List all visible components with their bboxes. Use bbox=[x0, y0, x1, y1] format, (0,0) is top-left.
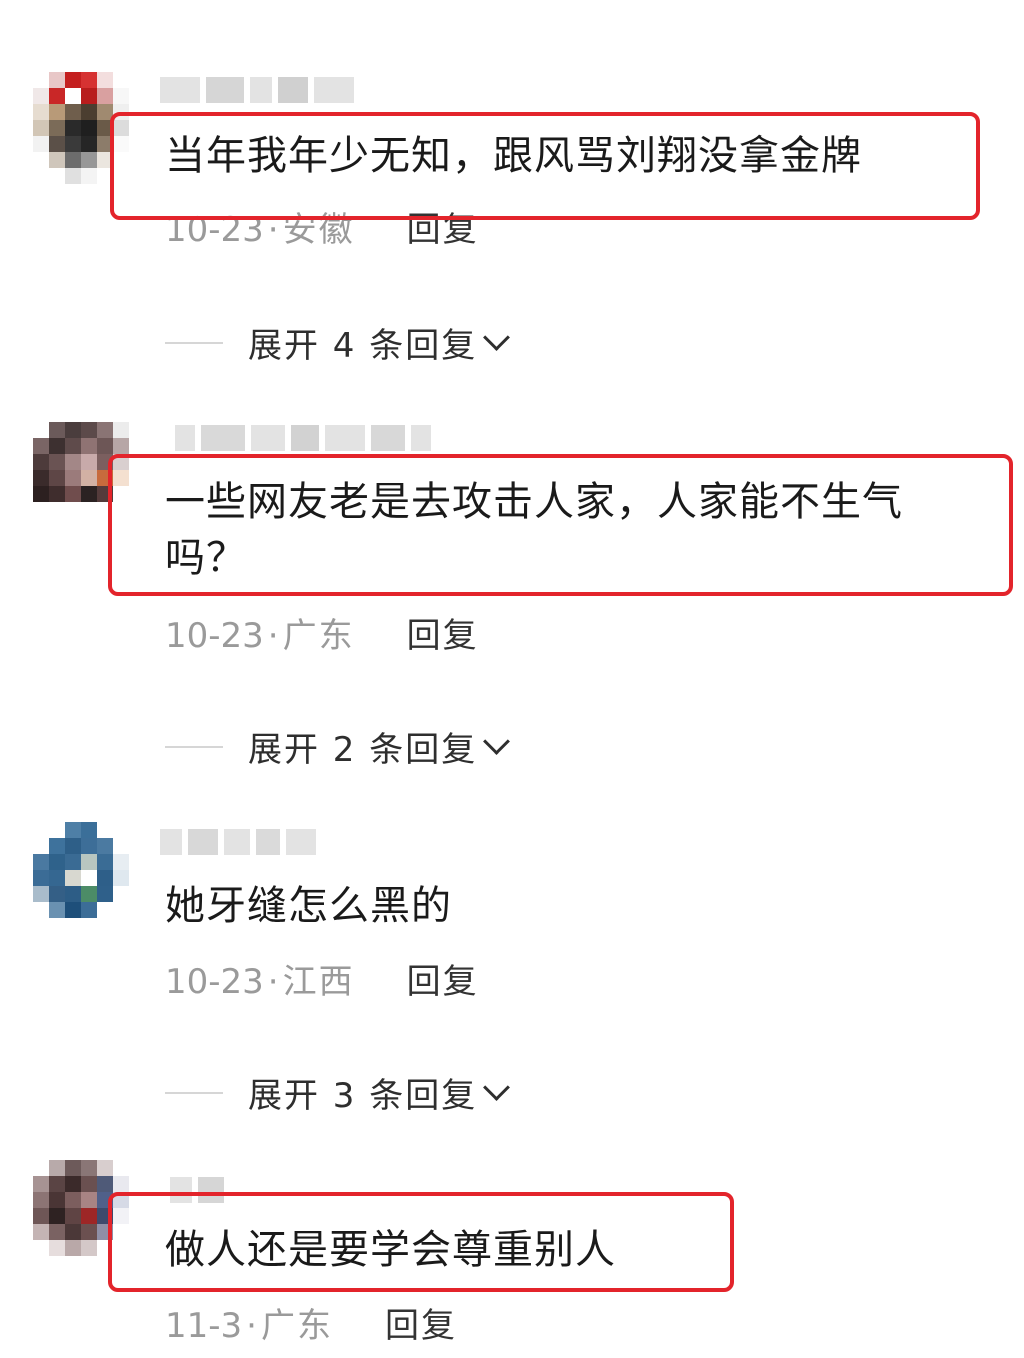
highlight-box bbox=[108, 1192, 734, 1292]
meta-separator: · bbox=[267, 616, 279, 656]
expand-replies-label: 展开 3 条回复 bbox=[248, 1076, 478, 1116]
comment-region: 广东 bbox=[260, 1306, 333, 1346]
comment-date: 10-23 bbox=[165, 962, 264, 1002]
comment-date: 10-23 bbox=[165, 616, 264, 656]
divider-line bbox=[165, 341, 223, 344]
expand-replies-label: 展开 2 条回复 bbox=[248, 730, 478, 770]
divider-line bbox=[165, 1091, 223, 1094]
highlight-box bbox=[110, 112, 980, 220]
expand-replies-label: 展开 4 条回复 bbox=[248, 326, 478, 366]
expand-replies-button[interactable]: 展开 3 条回复 bbox=[165, 1068, 511, 1117]
comment-date: 11-3 bbox=[165, 1306, 243, 1346]
reply-button[interactable]: 回复 bbox=[407, 616, 479, 656]
comment-region: 广东 bbox=[282, 616, 355, 656]
reply-button[interactable]: 回复 bbox=[407, 962, 479, 1002]
chevron-down-icon bbox=[483, 324, 511, 351]
username-blurred[interactable] bbox=[175, 420, 431, 456]
comment-text: 她牙缝怎么黑的 bbox=[165, 883, 452, 929]
comment-region: 江西 bbox=[282, 962, 355, 1002]
username-blurred[interactable] bbox=[160, 824, 316, 860]
expand-replies-button[interactable]: 展开 4 条回复 bbox=[165, 318, 511, 367]
reply-button[interactable]: 回复 bbox=[385, 1306, 457, 1346]
highlight-box bbox=[108, 454, 1013, 596]
comment-meta: 10-23 · 广东 回复 bbox=[165, 616, 479, 656]
chevron-down-icon bbox=[483, 1074, 511, 1101]
expand-replies-button[interactable]: 展开 2 条回复 bbox=[165, 722, 511, 771]
avatar[interactable] bbox=[33, 822, 129, 934]
chevron-down-icon bbox=[483, 728, 511, 755]
comment-meta: 11-3 · 广东 回复 bbox=[165, 1306, 457, 1346]
meta-separator: · bbox=[246, 1306, 257, 1346]
meta-separator: · bbox=[267, 962, 279, 1002]
divider-line bbox=[165, 745, 223, 748]
comment-meta: 10-23 · 江西 回复 bbox=[165, 962, 479, 1002]
username-blurred[interactable] bbox=[160, 72, 354, 108]
